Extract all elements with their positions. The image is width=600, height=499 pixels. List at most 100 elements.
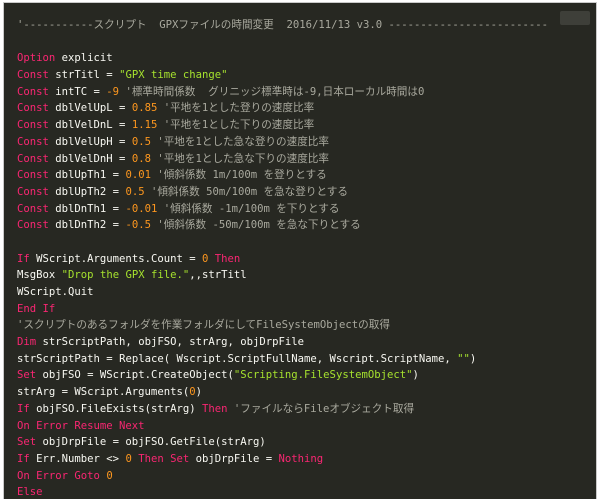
code-token: Const bbox=[17, 202, 49, 215]
code-line: strScriptPath = Replace( Wscript.ScriptF… bbox=[17, 351, 588, 368]
code-token: '傾斜係数 -1m/100m を下りとする bbox=[157, 202, 340, 215]
code-token: ) bbox=[412, 369, 419, 382]
code-token: "Drop the GPX file." bbox=[61, 269, 190, 282]
code-line: Else bbox=[17, 484, 588, 499]
code-token: "GPX time change" bbox=[119, 69, 228, 82]
code-token: dblUpTh2 = bbox=[48, 185, 126, 198]
code-line: Const strTitl = "GPX time change" bbox=[17, 67, 588, 84]
code-line: Const dblDnTh1 = -0.01 '傾斜係数 -1m/100m を下… bbox=[17, 201, 588, 218]
code-token: dblVelDnL = bbox=[48, 119, 132, 132]
code-token: '傾斜係数 -50m/100m を急な下りとする bbox=[150, 219, 361, 232]
code-line: Option explicit bbox=[17, 50, 588, 67]
code-token: "Scripting.FileSystemObject" bbox=[233, 369, 413, 382]
code-token: Then bbox=[201, 402, 228, 415]
code-line: On Error Resume Next bbox=[17, 418, 588, 435]
code-line: If WScript.Arguments.Count = 0 Then bbox=[17, 251, 588, 268]
code-token: dblDnTh1 = bbox=[48, 202, 126, 215]
code-token: Const bbox=[17, 85, 49, 98]
code-token: Dim bbox=[17, 336, 37, 349]
code-token: On Error Resume Next bbox=[17, 419, 145, 432]
code-block: '-----------スクリプト GPXファイルの時間変更 2016/11/1… bbox=[3, 2, 597, 499]
code-token: ,,strTitl bbox=[189, 269, 247, 282]
code-token: Replace bbox=[119, 352, 164, 365]
code-token: Err.Number <> bbox=[29, 452, 126, 465]
code-token: '傾斜係数 50m/100m を急な登りとする bbox=[144, 185, 348, 198]
code-token: 0 bbox=[106, 469, 113, 482]
code-token: Else bbox=[17, 486, 43, 499]
code-line: Set objDrpFile = objFSO.GetFile(strArg) bbox=[17, 434, 588, 451]
code-token: intTC = bbox=[48, 85, 107, 98]
code-token: Const bbox=[17, 169, 49, 182]
code-token: -9 bbox=[106, 85, 120, 98]
code-listing: '-----------スクリプト GPXファイルの時間変更 2016/11/1… bbox=[17, 17, 588, 499]
code-line: Const dblUpTh2 = 0.5 '傾斜係数 50m/100m を急な登… bbox=[17, 184, 588, 201]
code-line: Const dblVelDnL = 1.15 '平地を1とした下りの速度比率 bbox=[17, 117, 588, 134]
code-line: End If bbox=[17, 301, 588, 318]
code-token: -0.5 bbox=[125, 219, 151, 232]
code-token: ) bbox=[195, 386, 202, 399]
code-token: Option bbox=[17, 52, 56, 65]
code-token: ) bbox=[469, 352, 477, 365]
code-token: Const bbox=[17, 219, 49, 232]
code-token: strScriptPath, objFSO, strArg, objDrpFil… bbox=[36, 336, 305, 349]
code-token: objDrpFile = bbox=[189, 452, 279, 465]
code-token: '平地を1とした急な下りの速度比率 bbox=[150, 152, 329, 165]
code-token: CreateObject bbox=[150, 369, 228, 382]
code-token: If bbox=[17, 402, 30, 415]
code-token: '平地を1とした急な登りの速度比率 bbox=[150, 135, 329, 148]
code-token: Const bbox=[17, 152, 49, 165]
code-token: WScript.Quit bbox=[17, 286, 94, 298]
code-line: Const dblUpTh1 = 0.01 '傾斜係数 1m/100m を登りと… bbox=[17, 167, 588, 184]
code-token: '-----------スクリプト GPXファイルの時間変更 2016/11/1… bbox=[17, 19, 548, 31]
code-token: dblVelDnH = bbox=[48, 152, 132, 165]
code-line: WScript.Quit bbox=[17, 284, 588, 301]
code-token: 0.01 bbox=[125, 169, 151, 182]
code-token: strScriptPath = bbox=[17, 352, 120, 365]
code-token: 0.5 bbox=[131, 135, 151, 148]
code-token: If bbox=[17, 452, 30, 465]
code-token: Const bbox=[17, 135, 49, 148]
code-token: '平地を1とした下りの速度比率 bbox=[157, 119, 315, 132]
code-token: WScript.Arguments.Count = bbox=[29, 252, 202, 265]
code-token: '平地を1とした登りの速度比率 bbox=[157, 102, 315, 115]
code-token: dblDnTh2 = bbox=[48, 219, 126, 232]
code-line: Const dblVelDnH = 0.8 '平地を1とした急な下りの速度比率 bbox=[17, 151, 588, 168]
code-token: objDrpFile = objFSO.GetFile(strArg) bbox=[36, 436, 266, 449]
code-line: Const dblDnTh2 = -0.5 '傾斜係数 -50m/100m を急… bbox=[17, 217, 588, 234]
code-token: Set bbox=[17, 369, 37, 382]
code-token: 0.85 bbox=[131, 102, 158, 115]
code-token: ( Wscript.ScriptFullName, Wscript.Script… bbox=[163, 352, 458, 365]
code-token: 1.15 bbox=[131, 119, 158, 132]
code-token: On Error Goto bbox=[17, 469, 100, 482]
code-line: MsgBox "Drop the GPX file.",,strTitl bbox=[17, 267, 588, 284]
code-line: strArg = WScript.Arguments(0) bbox=[17, 384, 588, 401]
code-token: 'ファイルならFileオブジェクト取得 bbox=[227, 402, 415, 415]
code-token: Const bbox=[17, 185, 49, 198]
code-token: '標準時間係数 グリニッジ標準時は-9,日本ローカル時間は0 bbox=[119, 85, 425, 98]
code-token: -0.01 bbox=[125, 202, 158, 215]
code-token: Nothing bbox=[278, 452, 324, 465]
code-token: "" bbox=[457, 352, 470, 365]
code-token: strTitl = bbox=[48, 69, 120, 82]
code-token: Then Set bbox=[131, 452, 190, 465]
code-line: '-----------スクリプト GPXファイルの時間変更 2016/11/1… bbox=[17, 17, 588, 34]
code-token: objFSO = WScript. bbox=[36, 369, 151, 382]
code-token: Then bbox=[208, 252, 241, 265]
code-line: Const intTC = -9 '標準時間係数 グリニッジ標準時は-9,日本ロ… bbox=[17, 84, 588, 101]
code-token: Const bbox=[17, 119, 49, 132]
code-token: End If bbox=[17, 302, 56, 315]
code-token: explicit bbox=[55, 52, 113, 65]
code-token: dblVelUpH = bbox=[48, 135, 132, 148]
code-token: Set bbox=[17, 436, 37, 449]
code-token: strArg = WScript.Arguments( bbox=[17, 386, 190, 399]
code-line: Dim strScriptPath, objFSO, strArg, objDr… bbox=[17, 334, 588, 351]
code-line: Const dblVelUpL = 0.85 '平地を1とした登りの速度比率 bbox=[17, 100, 588, 117]
code-line: Const dblVelUpH = 0.5 '平地を1とした急な登りの速度比率 bbox=[17, 134, 588, 151]
code-token: dblVelUpL = bbox=[48, 102, 132, 115]
code-line: Set objFSO = WScript.CreateObject("Scrip… bbox=[17, 367, 588, 384]
code-token: 0.8 bbox=[131, 152, 151, 165]
code-line: On Error Goto 0 bbox=[17, 468, 588, 485]
code-token: '傾斜係数 1m/100m を登りとする bbox=[150, 169, 327, 182]
